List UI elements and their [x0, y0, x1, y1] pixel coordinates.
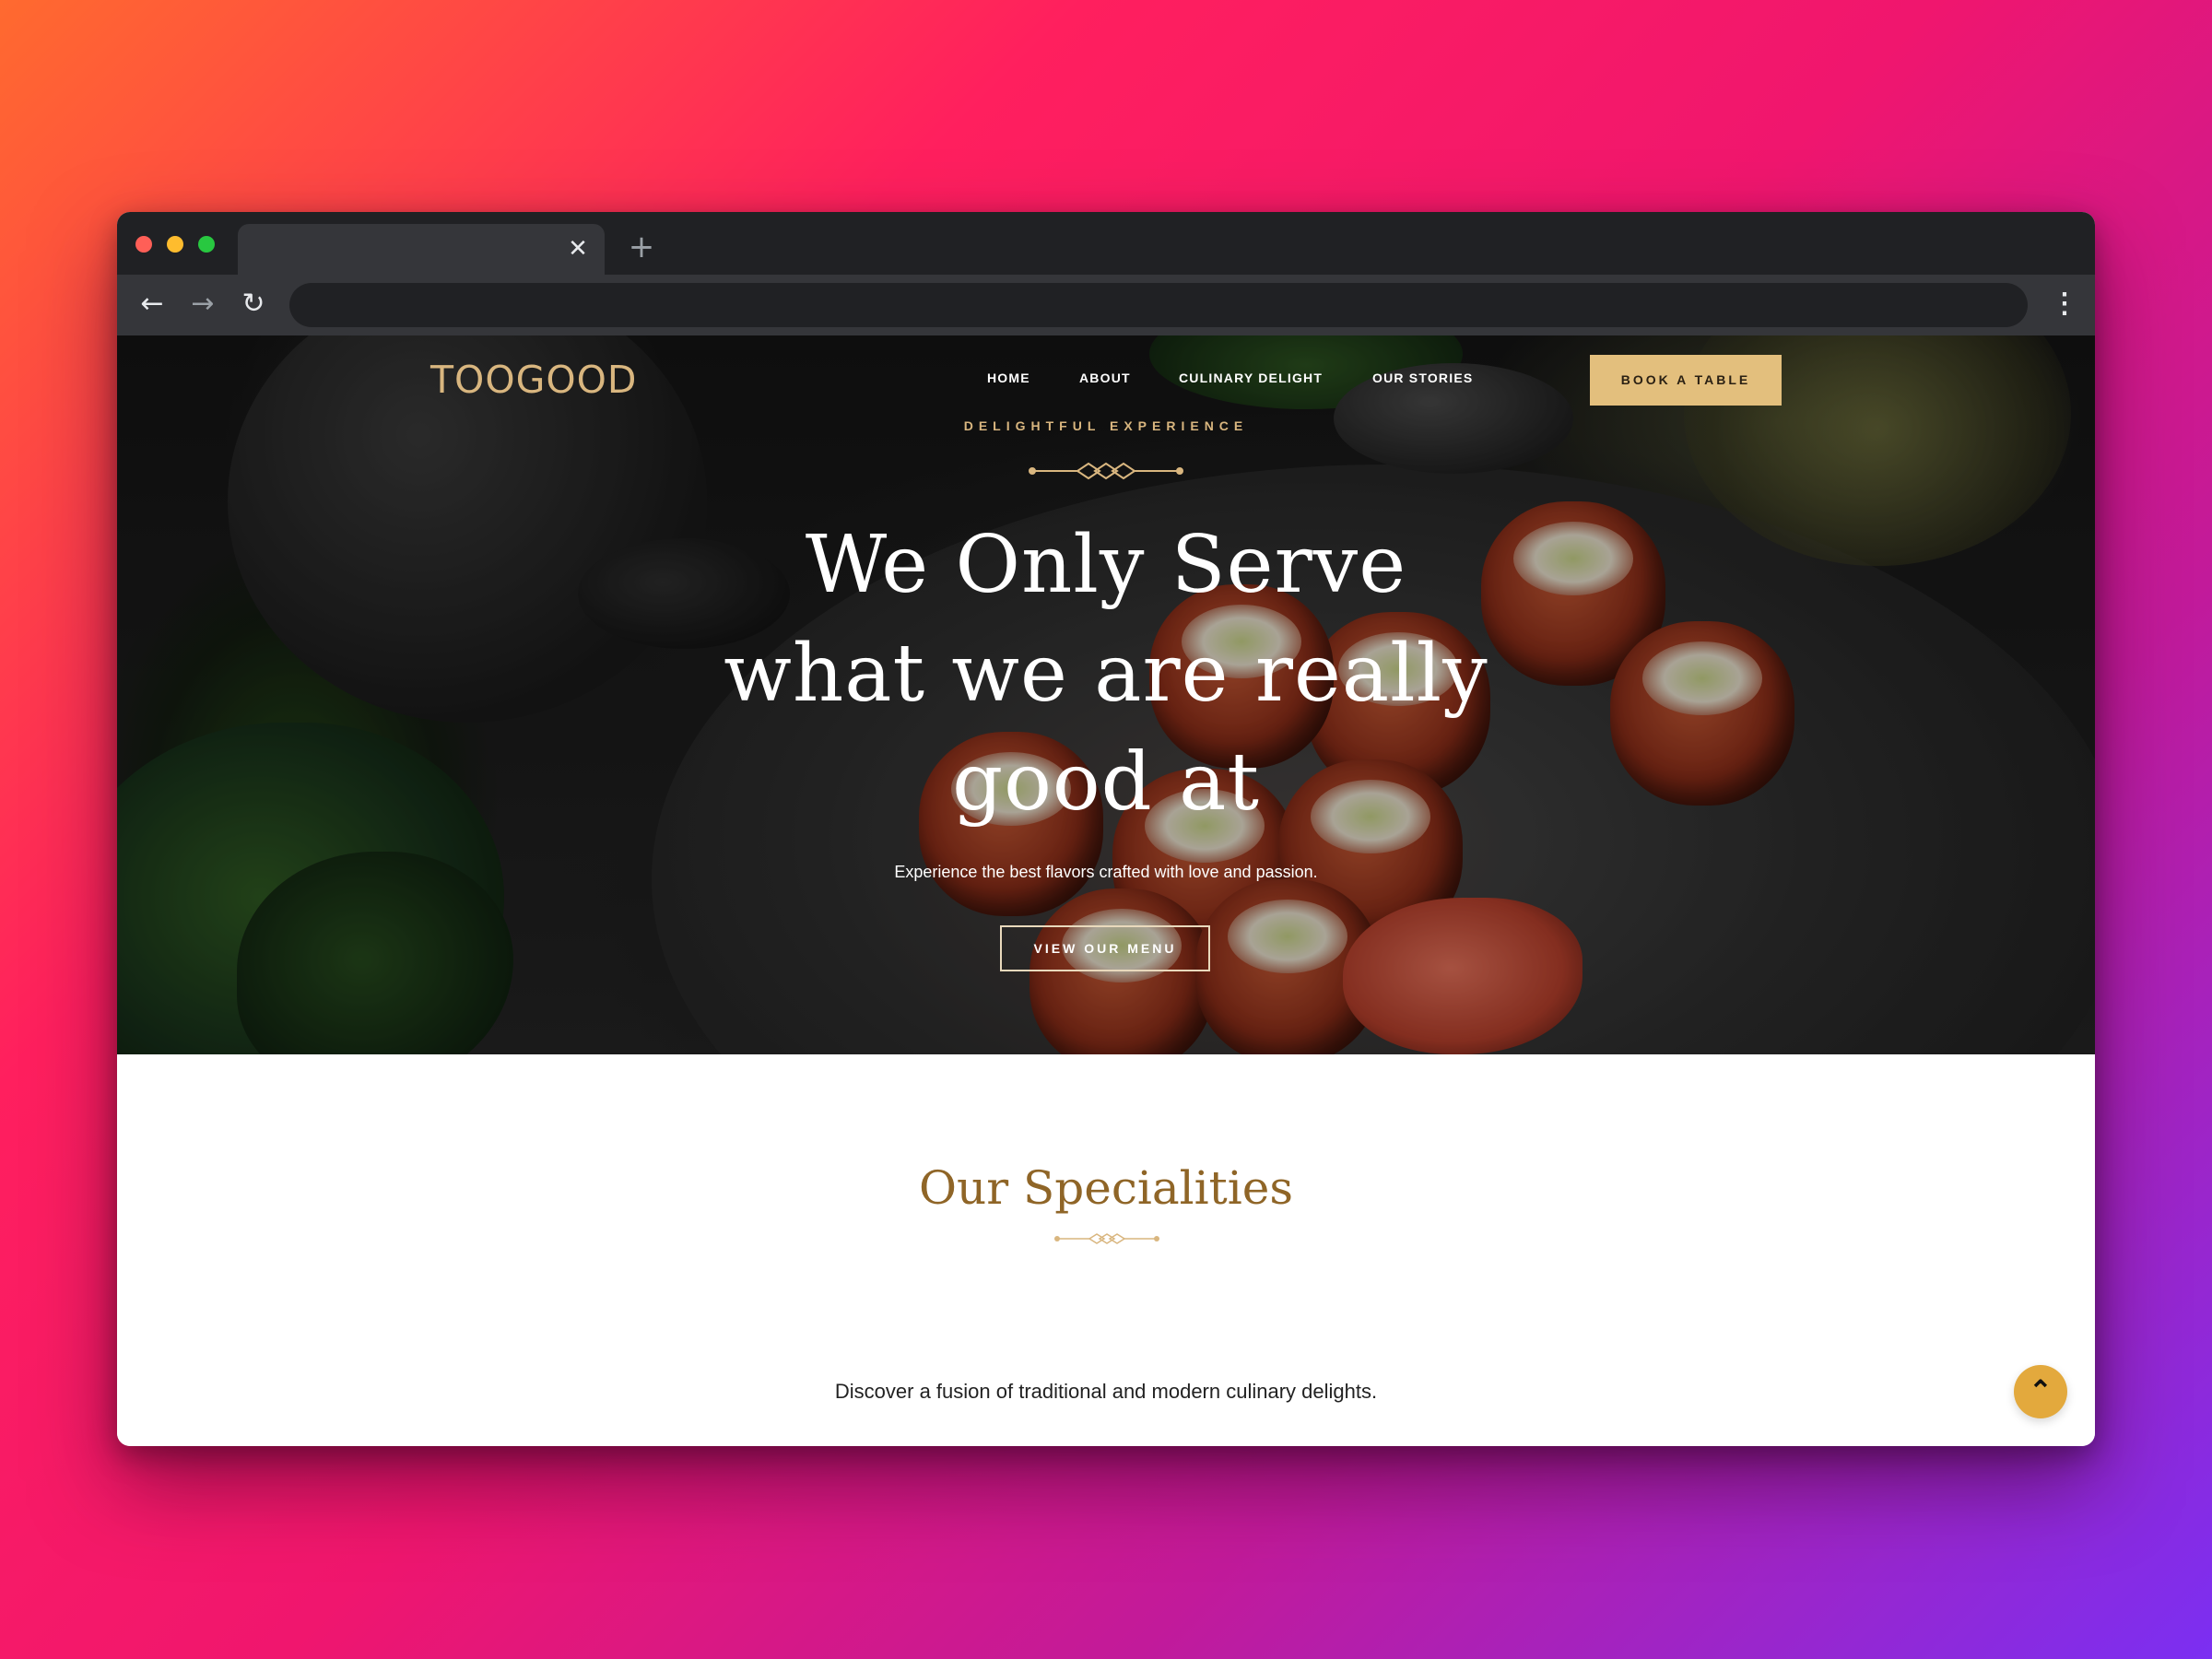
close-icon[interactable]: ✕	[564, 233, 592, 265]
nav-culinary-delight[interactable]: CULINARY DELIGHT	[1179, 367, 1323, 389]
reload-icon[interactable]: ↻	[235, 286, 272, 323]
headline-line: We Only Serve	[805, 519, 1407, 611]
minimize-window-button[interactable]	[167, 236, 183, 253]
site-logo[interactable]: TOOGOOD	[430, 354, 637, 406]
hero-section: TOOGOOD HOME ABOUT CULINARY DELIGHT OUR …	[117, 335, 2095, 1054]
browser-window: ✕ + ← → ↻ ⋮ TOOGOOD HOME ABOUT CULINARY …	[117, 212, 2095, 1446]
page-viewport: TOOGOOD HOME ABOUT CULINARY DELIGHT OUR …	[117, 335, 2095, 1446]
hero-eyebrow: DELIGHTFUL EXPERIENCE	[963, 418, 1249, 433]
hero-subtext: Experience the best flavors crafted with…	[894, 863, 1318, 881]
maximize-window-button[interactable]	[198, 236, 215, 253]
tab-bar: ✕ +	[117, 212, 2095, 275]
nav-about[interactable]: ABOUT	[1079, 367, 1131, 389]
vertical-dots-icon[interactable]: ⋮	[2051, 286, 2078, 323]
address-bar[interactable]	[289, 283, 2028, 327]
chevron-up-icon[interactable]: ⌃	[2014, 1365, 2067, 1418]
arrow-right-icon[interactable]: →	[184, 286, 221, 323]
ornament-divider-icon	[1029, 462, 1183, 480]
browser-tab[interactable]: ✕	[238, 224, 605, 275]
section-subtitle: Discover a fusion of traditional and mod…	[834, 1380, 1378, 1403]
arrow-left-icon[interactable]: ←	[134, 286, 171, 323]
browser-toolbar: ← → ↻ ⋮	[117, 275, 2095, 335]
close-window-button[interactable]	[135, 236, 152, 253]
view-our-menu-button[interactable]: VIEW OUR MENU	[1000, 925, 1210, 971]
nav-our-stories[interactable]: OUR STORIES	[1372, 367, 1473, 389]
nav-home[interactable]: HOME	[987, 367, 1030, 389]
book-a-table-button[interactable]: BOOK A TABLE	[1590, 355, 1782, 406]
headline-line: good at	[952, 736, 1260, 829]
plus-icon[interactable]: +	[625, 230, 658, 264]
hero-headline: We Only Serve what we are really good at	[117, 511, 2095, 837]
section-title: Our Specialities	[919, 1161, 1293, 1215]
ornament-divider-icon	[1054, 1233, 1159, 1244]
headline-line: what we are really	[724, 628, 1488, 720]
